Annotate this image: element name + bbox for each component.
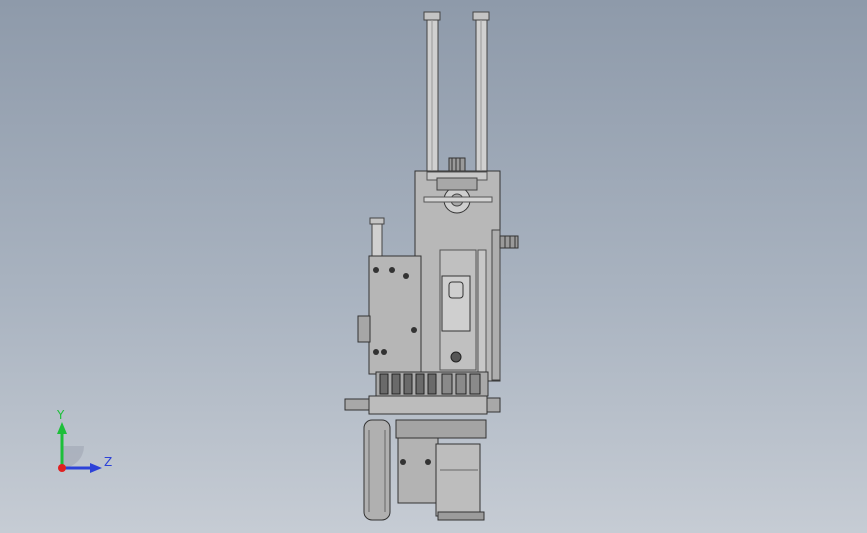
left-plate: [357, 255, 422, 375]
guide-rod-left: [423, 11, 441, 174]
upper-plate: [414, 170, 501, 382]
side-knob-right: [499, 235, 519, 249]
z-axis-arrow: [90, 463, 102, 473]
short-rod: [369, 217, 385, 261]
disk-wheel: [363, 419, 391, 521]
motor-assembly: [395, 419, 487, 521]
x-axis-dot: [58, 464, 66, 472]
z-axis-label: Z: [104, 455, 112, 469]
orientation-triad: Y Z: [56, 410, 112, 473]
clamp-row: [375, 371, 489, 397]
y-axis-label: Y: [56, 410, 65, 422]
y-axis-arrow: [57, 422, 67, 434]
assembly-model[interactable]: [0, 0, 867, 533]
cad-viewport[interactable]: Y Z: [0, 0, 867, 533]
guide-rod-right: [472, 11, 490, 174]
base-plate: [344, 395, 501, 415]
